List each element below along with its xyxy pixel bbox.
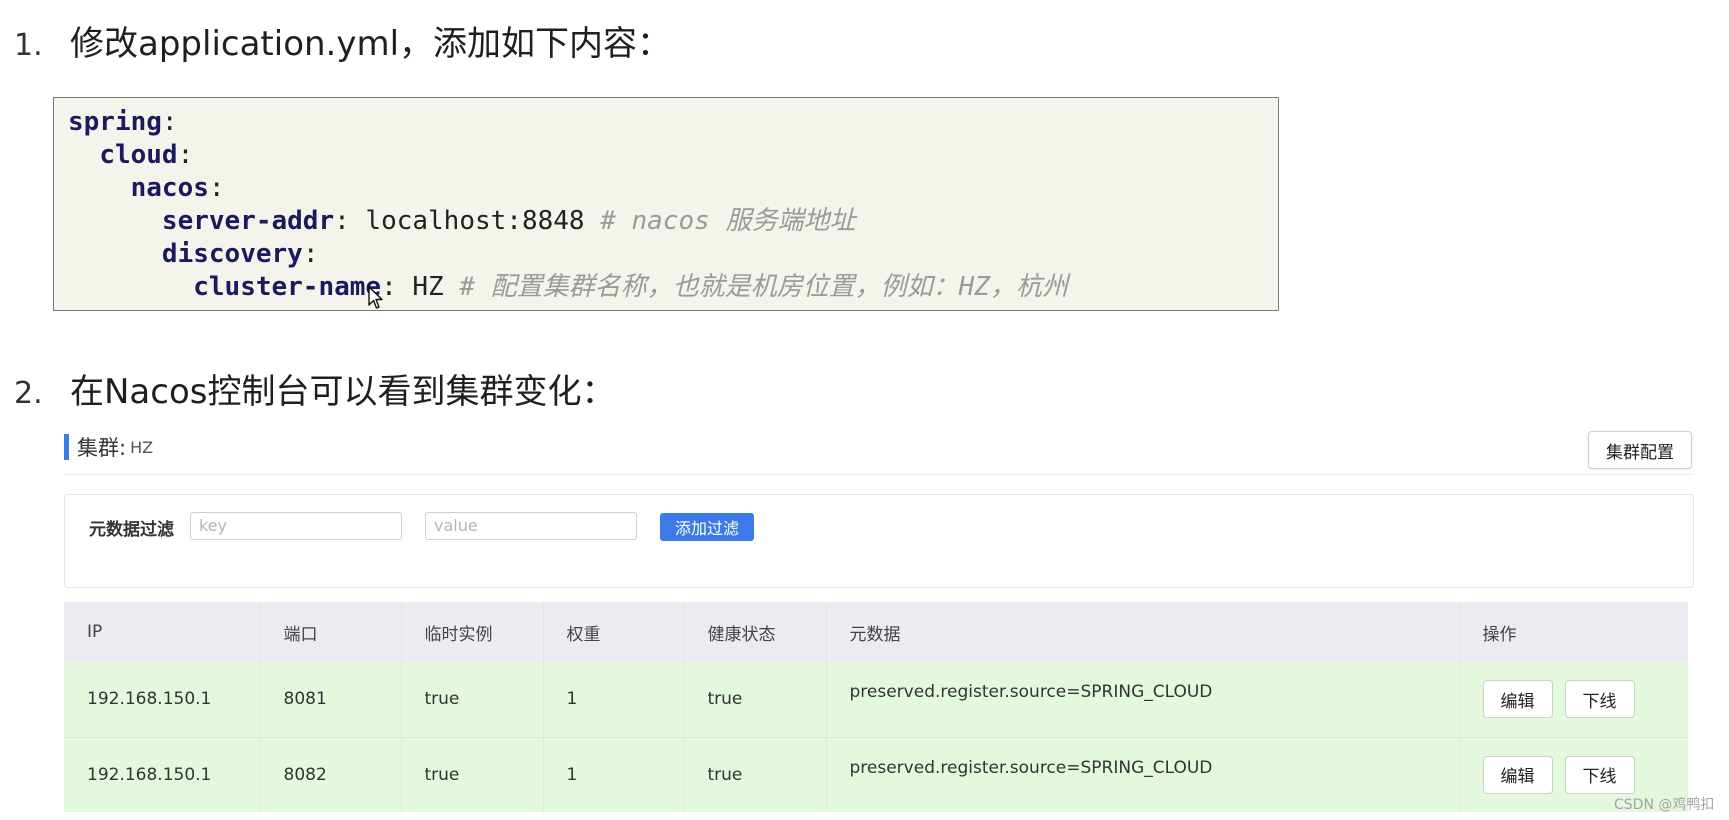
cell-ip: 192.168.150.1 [64, 662, 261, 737]
filter-value-input[interactable]: value [425, 512, 637, 540]
metadata-filter-label: 元数据过滤 [89, 520, 174, 540]
code-sep: : [161, 107, 178, 137]
offline-button[interactable]: 下线 [1564, 755, 1635, 794]
table-header-row: IP 端口 临时实例 权重 健康状态 元数据 操作 [64, 602, 1688, 662]
code-value: HZ [396, 272, 460, 302]
cell-port: 8082 [260, 736, 402, 812]
code-sep: : [208, 173, 225, 203]
code-line: discovery: [68, 238, 1278, 271]
watermark: CSDN @鸡鸭扣 [1614, 797, 1715, 813]
step-number: 1. [14, 28, 43, 63]
code-line: spring: [68, 106, 1278, 139]
code-key: spring [68, 107, 162, 137]
column-header-actions: 操作 [1482, 624, 1517, 645]
code-key: cluster-name [193, 272, 382, 302]
cell-metadata: preserved.register.source=SPRING_CLOUD [826, 736, 1460, 812]
code-value: localhost:8848 [349, 206, 601, 236]
page: 1. 修改application.yml，添加如下内容： spring: clo… [0, 0, 1729, 820]
cell-ephemeral: true [401, 736, 544, 812]
cluster-label: 集群: [77, 436, 127, 460]
column-header-ephemeral: 临时实例 [401, 602, 544, 662]
cell-weight: 1 [543, 736, 685, 812]
divider [64, 474, 1694, 475]
instance-table: IP 端口 临时实例 权重 健康状态 元数据 操作 192.168.150.1 … [64, 602, 1688, 812]
column-header-weight: 权重 [543, 602, 685, 662]
code-sep: : [177, 140, 194, 170]
step-text: 修改application.yml，添加如下内容： [70, 24, 672, 64]
code-line: cluster-name: HZ # 配置集群名称，也就是机房位置，例如：HZ，… [68, 271, 1278, 304]
metadata-filter-panel: 元数据过滤 key value 添加过滤 [64, 494, 1694, 588]
cell-actions: 编辑 下线 [1459, 662, 1688, 737]
code-comment: # 配置集群名称，也就是机房位置，例如：HZ，杭州 [459, 272, 1068, 302]
code-key: nacos [130, 173, 209, 203]
code-sep: : [334, 206, 350, 236]
cell-ephemeral: true [401, 662, 544, 737]
cluster-title: 集群: HZ [64, 432, 153, 462]
cell-port: 8081 [260, 662, 402, 737]
column-header-port: 端口 [260, 602, 402, 662]
cluster-name-value: HZ [130, 437, 154, 457]
cell-ip: 192.168.150.1 [64, 736, 261, 812]
column-header-metadata: 元数据 [826, 602, 1460, 662]
step-1-heading: 1. 修改application.yml，添加如下内容： [14, 16, 671, 65]
filter-key-input[interactable]: key [190, 512, 402, 540]
code-comment: # nacos 服务端地址 [600, 206, 856, 236]
code-line: server-addr: localhost:8848 # nacos 服务端地… [68, 205, 1278, 238]
cell-healthy: true [684, 662, 827, 737]
cluster-config-button[interactable]: 集群配置 [1588, 431, 1692, 469]
code-key: discovery [161, 239, 303, 269]
yaml-code-block: spring: cloud: nacos: server-addr: local… [53, 97, 1279, 311]
cell-weight: 1 [543, 662, 685, 737]
cell-healthy: true [684, 736, 827, 812]
step-text: 在Nacos控制台可以看到集群变化： [70, 372, 616, 412]
code-key: cloud [99, 140, 178, 170]
code-line: cloud: [68, 139, 1278, 172]
edit-button[interactable]: 编辑 [1482, 680, 1553, 719]
add-filter-button[interactable]: 添加过滤 [660, 513, 754, 541]
cell-metadata: preserved.register.source=SPRING_CLOUD [826, 662, 1460, 737]
code-line: nacos: [68, 172, 1278, 205]
mouse-cursor-icon [368, 286, 383, 309]
table-row: 192.168.150.1 8081 true 1 true preserved… [64, 662, 1688, 737]
step-number: 2. [14, 376, 43, 411]
column-header-health: 健康状态 [684, 602, 827, 662]
edit-button[interactable]: 编辑 [1482, 755, 1553, 794]
step-2-heading: 2. 在Nacos控制台可以看到集群变化： [14, 364, 615, 413]
table-row: 192.168.150.1 8082 true 1 true preserved… [64, 736, 1688, 812]
column-header-ip: IP [64, 602, 261, 662]
code-key: server-addr [161, 206, 335, 236]
offline-button[interactable]: 下线 [1564, 680, 1635, 719]
cluster-accent-bar [64, 434, 69, 460]
code-sep: : [302, 239, 319, 269]
